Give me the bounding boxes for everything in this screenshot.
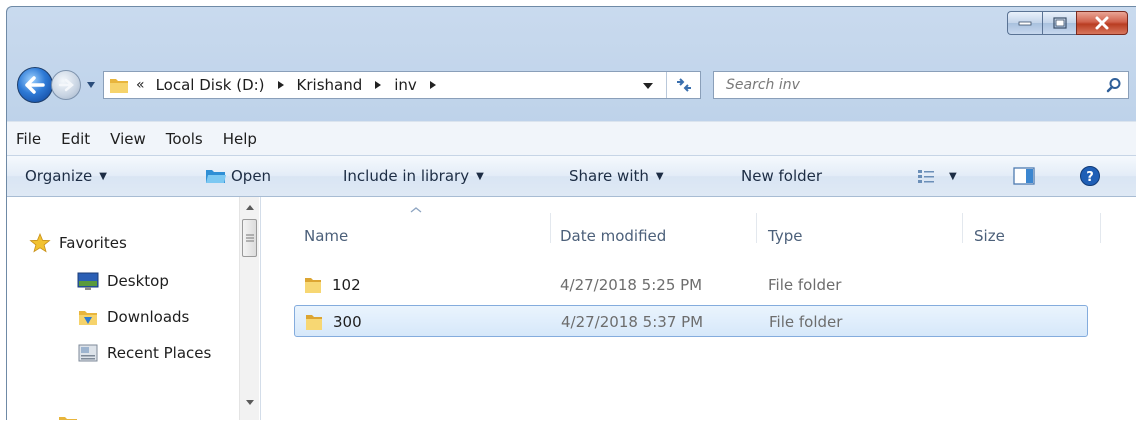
nav-label: Favorites <box>59 234 127 252</box>
breadcrumb-inv[interactable]: inv <box>391 72 420 98</box>
column-name[interactable]: Name <box>304 227 348 245</box>
organize-label: Organize <box>25 167 93 185</box>
menu-help[interactable]: Help <box>214 130 268 148</box>
open-folder-icon <box>206 170 226 183</box>
back-button[interactable] <box>17 67 53 103</box>
column-divider[interactable] <box>550 213 551 243</box>
menu-tools[interactable]: Tools <box>157 130 214 148</box>
cell-date: 4/27/2018 5:37 PM <box>561 313 704 331</box>
column-type[interactable]: Type <box>768 227 802 245</box>
change-view-button[interactable]: ▼ <box>917 168 957 184</box>
search-icon[interactable] <box>1106 77 1122 93</box>
file-list: Name Date modified Type Size 102 4/27/20… <box>262 197 1136 420</box>
nav-label: Recent Places <box>107 344 212 362</box>
breadcrumb-arrow-icon[interactable] <box>428 80 438 90</box>
include-label: Include in library <box>343 167 470 185</box>
navigation-scrollbar[interactable] <box>239 197 259 420</box>
nav-desktop[interactable]: Desktop <box>77 271 169 291</box>
scroll-up-icon[interactable] <box>245 203 255 211</box>
close-button[interactable] <box>1076 11 1128 35</box>
navigation-pane: Favorites Desktop Downloads Recent Place… <box>7 197 261 420</box>
menu-edit[interactable]: Edit <box>52 130 101 148</box>
recent-pages-dropdown[interactable] <box>85 77 97 91</box>
maximize-icon <box>1052 17 1067 29</box>
scroll-thumb[interactable] <box>242 219 257 257</box>
breadcrumb-overflow[interactable]: « <box>136 77 145 93</box>
forward-button[interactable] <box>51 70 81 100</box>
grip-icon <box>246 234 254 242</box>
cell-name: 102 <box>332 276 361 294</box>
breadcrumb-local-disk[interactable]: Local Disk (D:) <box>153 72 268 98</box>
arrow-right-icon <box>58 78 74 92</box>
recent-places-icon <box>78 344 98 362</box>
content-area: Favorites Desktop Downloads Recent Place… <box>7 197 1136 420</box>
cell-type: File folder <box>768 276 842 294</box>
table-row[interactable]: 300 4/27/2018 5:37 PM File folder <box>294 305 1088 337</box>
column-divider[interactable] <box>756 213 757 243</box>
column-divider[interactable] <box>1100 213 1101 243</box>
preview-pane-icon <box>1013 167 1035 185</box>
chevron-down-icon: ▼ <box>949 170 957 182</box>
svg-text:?: ? <box>1086 170 1094 185</box>
nav-recent-places[interactable]: Recent Places <box>77 343 211 363</box>
maximize-button[interactable] <box>1042 11 1076 35</box>
command-bar: Organize ▼ Open Include in library ▼ Sha… <box>7 155 1136 197</box>
include-in-library-button[interactable]: Include in library ▼ <box>343 167 484 185</box>
menu-view[interactable]: View <box>101 130 157 148</box>
star-icon <box>29 233 51 253</box>
close-icon <box>1095 16 1109 30</box>
folder-icon <box>59 417 77 420</box>
nav-downloads[interactable]: Downloads <box>77 307 189 327</box>
chevron-down-icon: ▼ <box>476 170 484 182</box>
cell-name: 300 <box>333 313 362 331</box>
refresh-button[interactable] <box>666 72 700 98</box>
chevron-down-icon: ▼ <box>99 170 107 182</box>
help-button[interactable]: ? <box>1079 165 1101 187</box>
nav-label: Downloads <box>107 308 190 326</box>
search-box <box>713 71 1129 99</box>
column-divider[interactable] <box>962 213 963 243</box>
arrow-left-icon <box>25 76 45 94</box>
help-icon: ? <box>1080 166 1100 186</box>
organize-button[interactable]: Organize ▼ <box>25 167 107 185</box>
cell-date: 4/27/2018 5:25 PM <box>560 276 703 294</box>
open-button[interactable]: Open <box>205 167 271 185</box>
share-label: Share with <box>569 167 649 185</box>
downloads-folder-icon <box>79 311 97 325</box>
view-details-icon <box>918 170 934 183</box>
explorer-window: « Local Disk (D:) Krishand inv File Edit… <box>6 6 1136 420</box>
nav-label: Desktop <box>107 272 169 290</box>
breadcrumb-arrow-icon[interactable] <box>373 80 383 90</box>
folder-icon <box>110 79 128 93</box>
sort-ascending-icon <box>410 207 422 213</box>
column-size[interactable]: Size <box>974 227 1005 245</box>
new-folder-label: New folder <box>741 167 823 185</box>
folder-icon <box>306 315 322 330</box>
folder-icon <box>305 278 321 293</box>
minimize-icon <box>1018 21 1032 26</box>
share-with-button[interactable]: Share with ▼ <box>569 167 664 185</box>
desktop-icon <box>77 272 99 290</box>
nav-favorites[interactable]: Favorites <box>29 233 127 253</box>
minimize-button[interactable] <box>1007 11 1042 35</box>
menu-file[interactable]: File <box>7 130 52 148</box>
scroll-down-icon[interactable] <box>245 399 255 407</box>
preview-pane-button[interactable] <box>1013 166 1035 186</box>
address-bar[interactable]: « Local Disk (D:) Krishand inv <box>103 71 701 99</box>
open-label: Open <box>231 167 272 185</box>
search-input[interactable] <box>726 77 1086 93</box>
cell-type: File folder <box>769 313 843 331</box>
caption-buttons <box>1007 11 1128 35</box>
chevron-down-icon <box>87 82 95 88</box>
breadcrumb-arrow-icon[interactable] <box>276 80 286 90</box>
menu-bar: File Edit View Tools Help <box>7 121 1136 155</box>
address-dropdown-icon[interactable] <box>642 81 654 91</box>
table-row[interactable]: 102 4/27/2018 5:25 PM File folder <box>294 269 1088 301</box>
new-folder-button[interactable]: New folder <box>741 167 822 185</box>
breadcrumb-krishand[interactable]: Krishand <box>294 72 366 98</box>
navigation-bar: « Local Disk (D:) Krishand inv <box>7 61 1136 109</box>
refresh-icon <box>676 78 691 92</box>
column-date-modified[interactable]: Date modified <box>560 227 666 245</box>
chevron-down-icon: ▼ <box>655 170 664 182</box>
